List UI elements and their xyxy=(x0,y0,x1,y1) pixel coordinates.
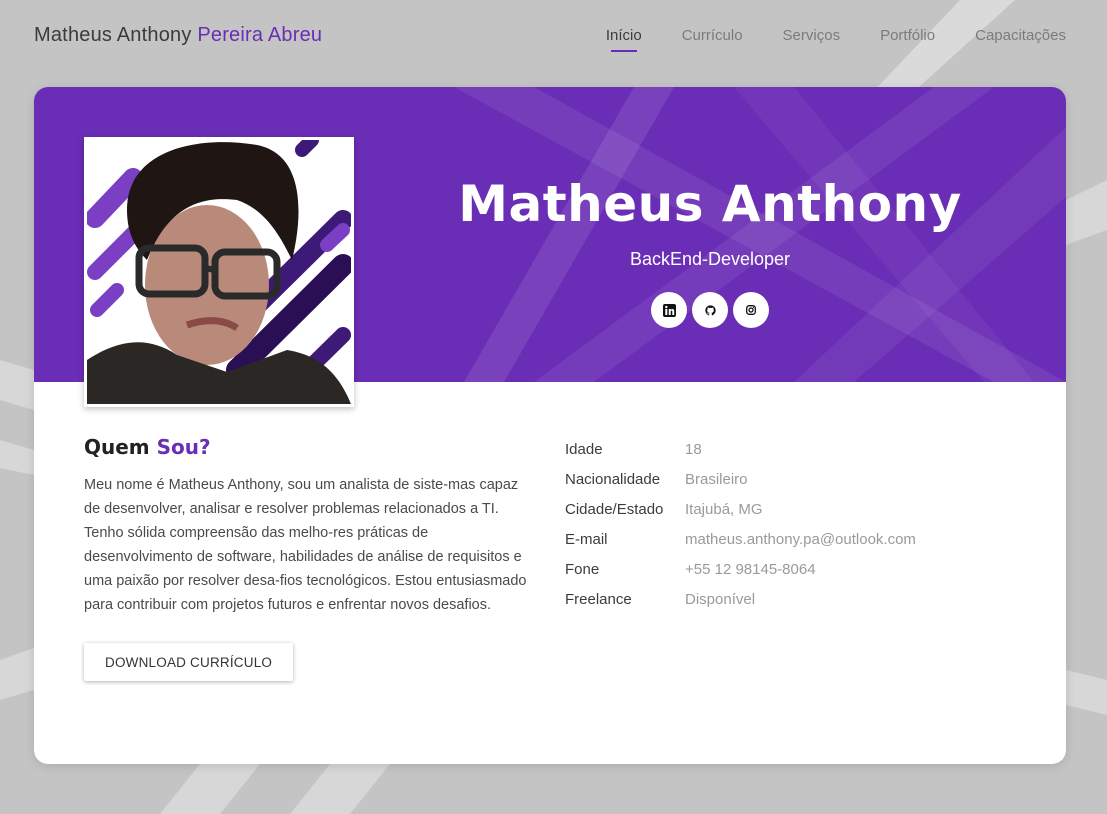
info-row-freelance: Freelance Disponível xyxy=(565,584,916,614)
hero-name: Matheus Anthony xyxy=(458,175,962,233)
about-title: Quem Sou? xyxy=(84,435,534,459)
info-label: Fone xyxy=(565,560,600,578)
instagram-icon xyxy=(746,305,756,315)
profile-card: Matheus Anthony BackEnd-Developer Quem S… xyxy=(34,87,1066,764)
nav-link-servicos[interactable]: Serviços xyxy=(783,27,841,44)
personal-info: Idade 18 Nacionalidade Brasileiro Cidade… xyxy=(565,434,916,614)
phone-value[interactable]: +55 12 98145-8064 xyxy=(685,561,816,578)
hero-text: Matheus Anthony BackEnd-Developer xyxy=(434,175,986,328)
info-label: Freelance xyxy=(565,590,632,608)
linkedin-button[interactable] xyxy=(651,292,687,328)
email-value[interactable]: matheus.anthony.pa@outlook.com xyxy=(685,531,916,548)
nav-link-inicio[interactable]: Início xyxy=(606,27,642,52)
info-row-email: E-mail matheus.anthony.pa@outlook.com xyxy=(565,524,916,554)
info-row-city: Cidade/Estado Itajubá, MG xyxy=(565,494,916,524)
profile-photo xyxy=(84,137,354,407)
info-row-nationality: Nacionalidade Brasileiro xyxy=(565,464,916,494)
info-label: Nacionalidade xyxy=(565,470,661,488)
top-navbar: Matheus Anthony Pereira Abreu Início Cur… xyxy=(0,0,1107,70)
info-value: 18 xyxy=(685,440,702,458)
about-section: Quem Sou? Meu nome é Matheus Anthony, so… xyxy=(84,435,534,681)
main-nav: Início Currículo Serviços Portfólio Capa… xyxy=(606,27,1066,52)
info-value: Brasileiro xyxy=(685,470,748,488)
hero-role: BackEnd-Developer xyxy=(629,249,791,269)
nav-link-portfolio[interactable]: Portfólio xyxy=(880,27,935,44)
social-links xyxy=(434,292,986,328)
github-button[interactable] xyxy=(692,292,728,328)
about-title-first: Quem xyxy=(84,435,150,459)
linkedin-icon xyxy=(662,303,676,317)
info-value: Disponível xyxy=(685,590,756,608)
github-icon xyxy=(704,304,716,315)
nav-link-capacitacoes[interactable]: Capacitações xyxy=(975,27,1066,44)
brand-name-accent: Pereira Abreu xyxy=(197,23,323,46)
info-row-age: Idade 18 xyxy=(565,434,916,464)
profile-photo-image xyxy=(87,140,351,404)
info-label: E-mail xyxy=(565,530,608,548)
info-row-phone: Fone +55 12 98145-8064 xyxy=(565,554,916,584)
info-value: Itajubá, MG xyxy=(685,500,763,518)
info-label: Idade xyxy=(565,440,603,458)
info-label: Cidade/Estado xyxy=(565,500,664,518)
nav-link-curriculo[interactable]: Currículo xyxy=(682,27,743,44)
brand-name: Matheus Anthony xyxy=(34,23,192,46)
about-text: Meu nome é Matheus Anthony, sou um anali… xyxy=(84,477,527,613)
site-brand[interactable]: Matheus Anthony Pereira Abreu xyxy=(34,24,322,47)
about-title-accent: Sou? xyxy=(156,435,211,459)
download-cv-button[interactable]: DOWNLOAD CURRÍCULO xyxy=(84,643,294,681)
instagram-button[interactable] xyxy=(733,292,769,328)
